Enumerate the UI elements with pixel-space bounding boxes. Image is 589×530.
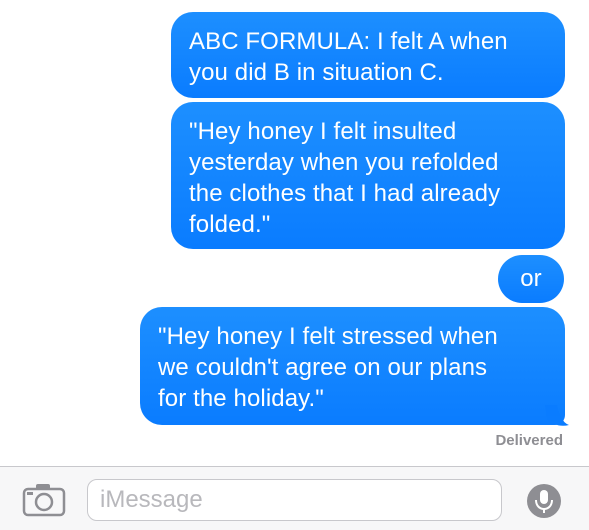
message-bubble[interactable]: or — [498, 255, 564, 303]
message-bubble[interactable]: ABC FORMULA: I felt A when you did B in … — [171, 12, 565, 98]
bubble-tail-icon — [545, 405, 569, 426]
message-input[interactable] — [87, 479, 502, 521]
delivery-status: Delivered — [495, 432, 563, 449]
compose-bar — [0, 466, 589, 530]
camera-icon[interactable] — [22, 483, 66, 517]
message-bubble[interactable]: "Hey honey I felt stressed when we could… — [140, 307, 565, 425]
microphone-icon[interactable] — [526, 483, 562, 519]
imessage-conversation: ABC FORMULA: I felt A when you did B in … — [0, 0, 589, 530]
message-bubble[interactable]: "Hey honey I felt insulted yesterday whe… — [171, 102, 565, 249]
